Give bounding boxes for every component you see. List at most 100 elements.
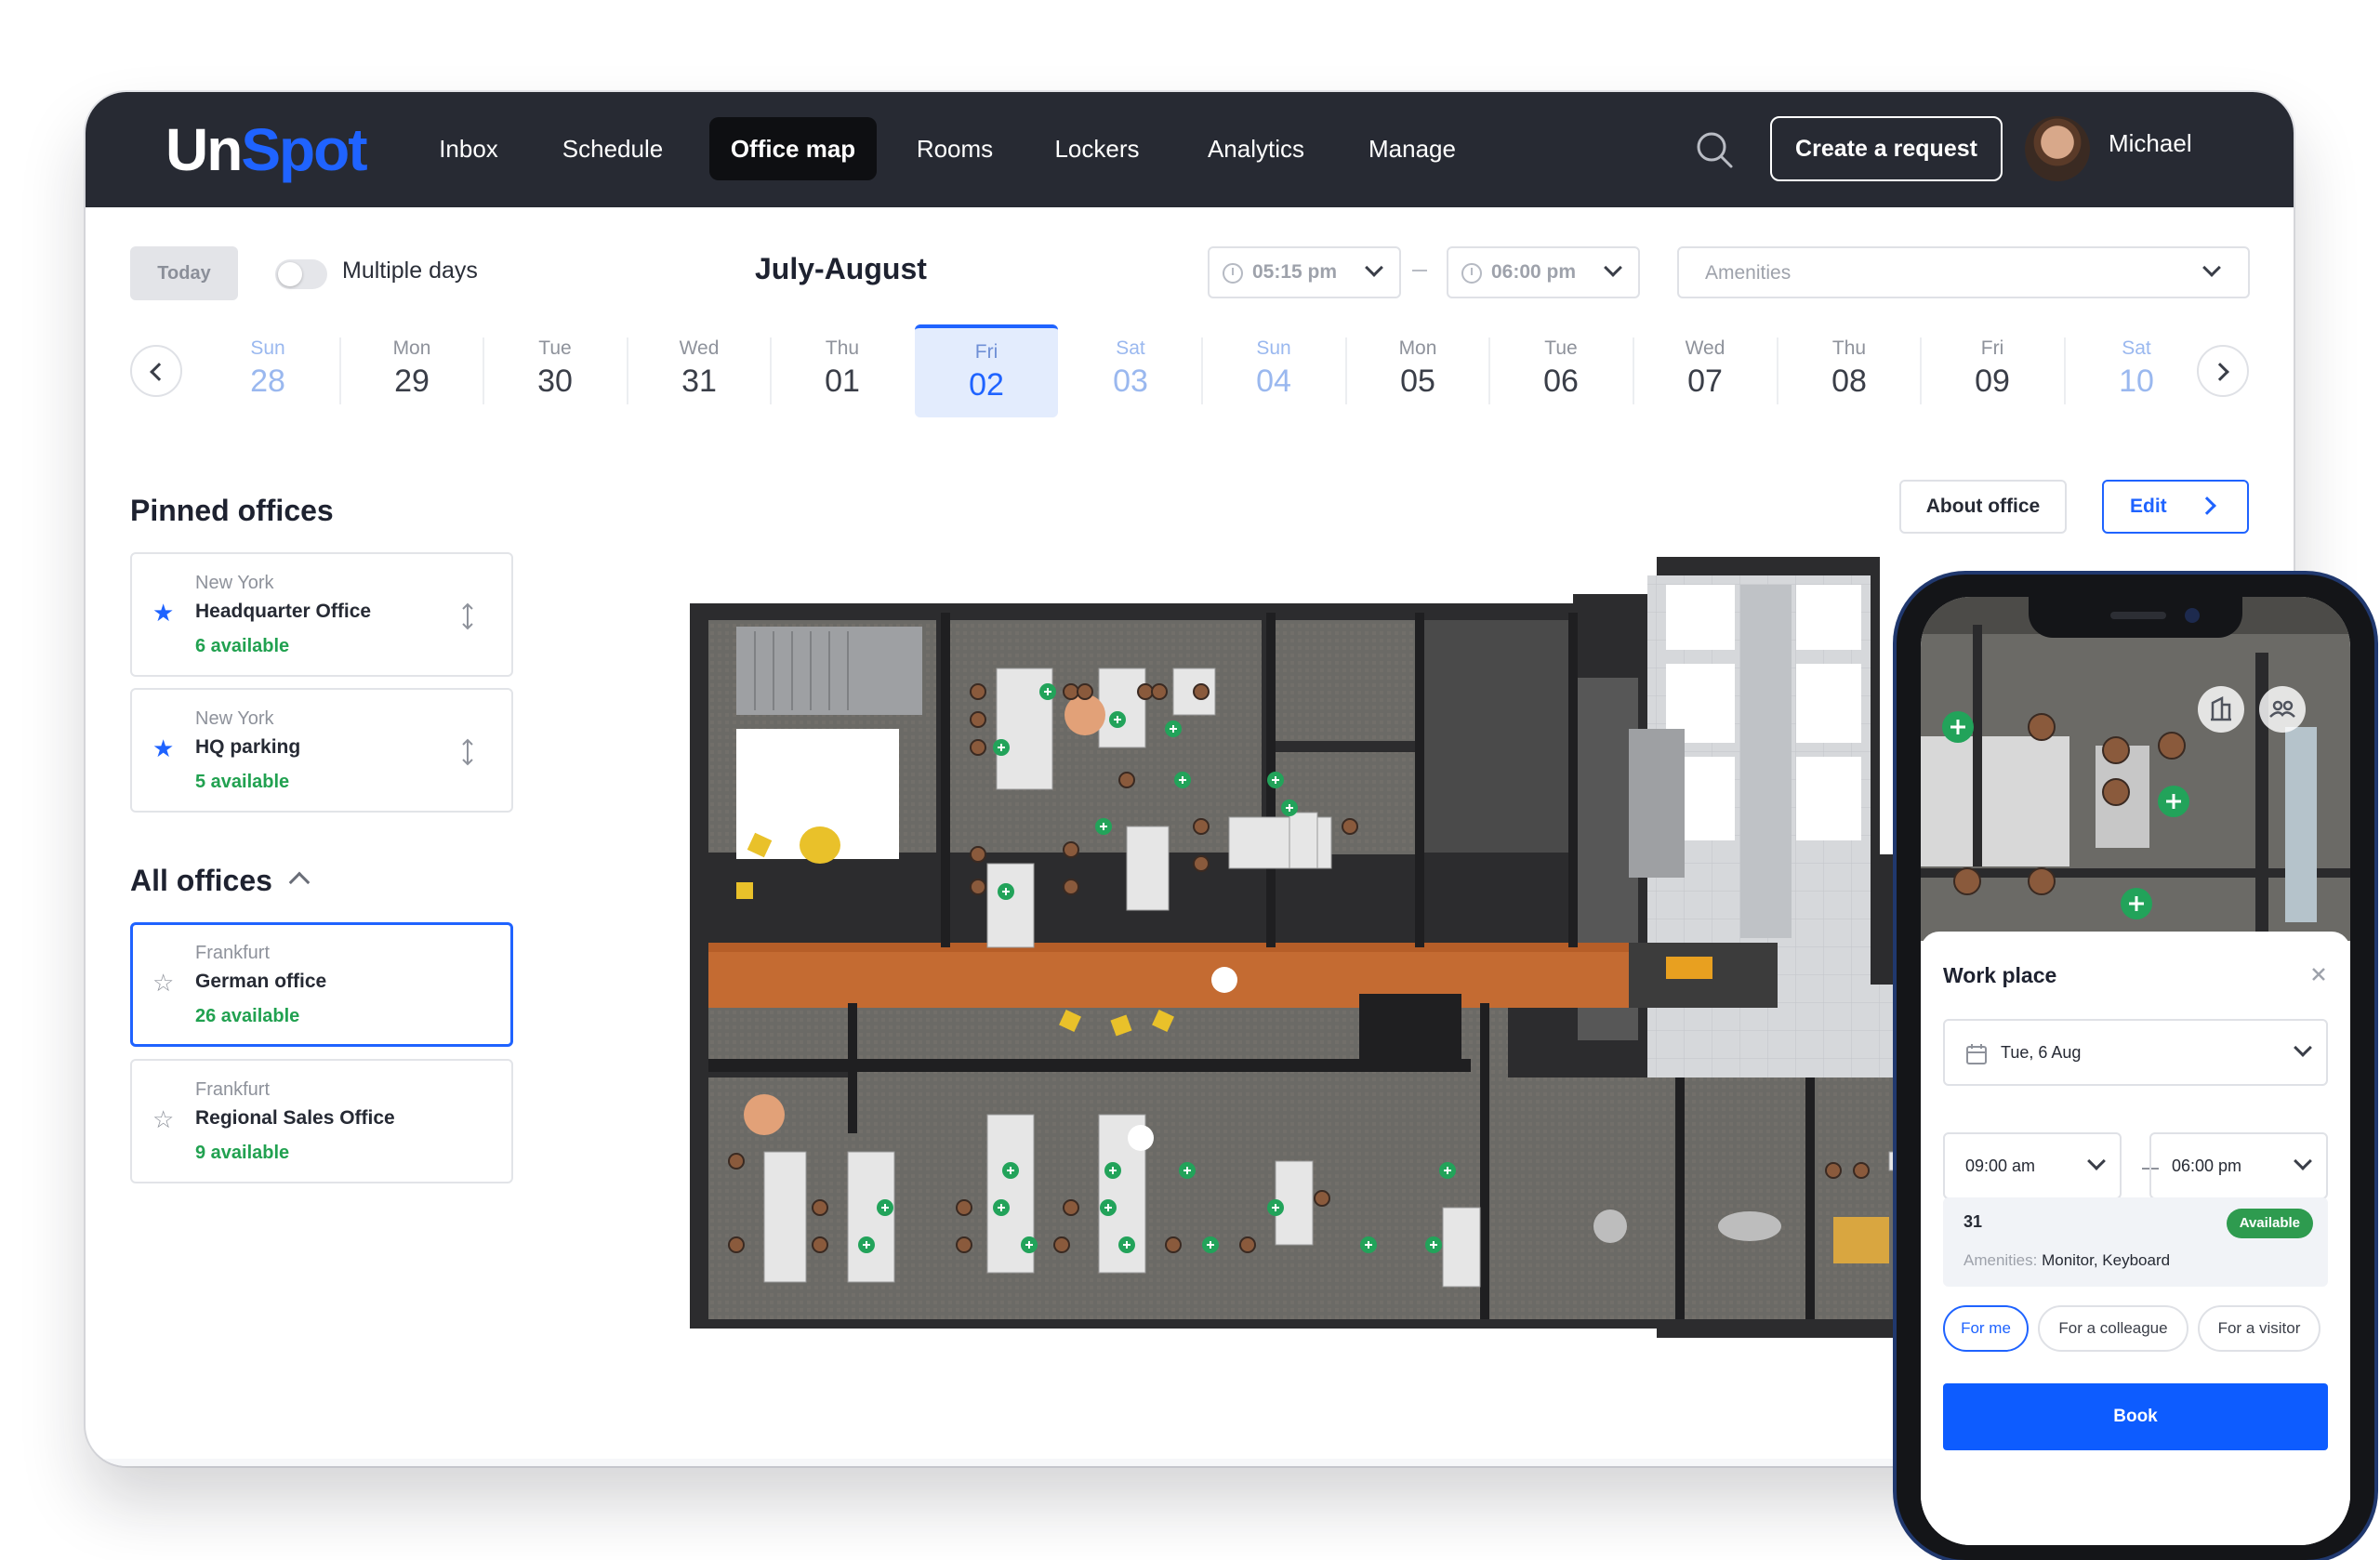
user-avatar[interactable] (2025, 116, 2090, 181)
date-cell[interactable]: Thu 01 (771, 324, 914, 417)
edit-label: Edit (2130, 496, 2167, 517)
date-cell[interactable]: Fri 02 (915, 324, 1058, 417)
day-number: 02 (969, 367, 1004, 403)
time-from-select[interactable]: 05:15 pm (1208, 246, 1401, 298)
date-cell[interactable]: Sun 28 (196, 324, 339, 417)
date-divider (1633, 337, 1634, 404)
chevron-down-icon (1365, 258, 1383, 277)
date-cell[interactable]: Tue 30 (483, 324, 627, 417)
nav-item-office-map[interactable]: Office map (709, 117, 877, 180)
nav-item-rooms[interactable]: Rooms (904, 117, 1006, 180)
date-divider (770, 337, 772, 404)
day-of-week: Fri (974, 341, 998, 363)
date-divider (1488, 337, 1490, 404)
date-cell[interactable]: Sat 10 (2065, 324, 2208, 417)
reorder-handle-icon[interactable] (461, 738, 474, 766)
panel-title: Work place (1943, 963, 2057, 987)
chevron-down-icon (1604, 258, 1622, 277)
day-of-week: Thu (1831, 337, 1867, 359)
start-time-select[interactable]: 09:00 am (1943, 1132, 2122, 1199)
amenities-value: Monitor, Keyboard (2042, 1251, 2171, 1269)
edit-button[interactable]: Edit (2102, 480, 2249, 534)
date-cell[interactable]: Wed 31 (628, 324, 771, 417)
phone-notch (2029, 597, 2242, 638)
create-request-button[interactable]: Create a request (1770, 116, 2003, 181)
date-divider (1345, 337, 1347, 404)
date-cell[interactable]: Thu 08 (1778, 324, 1921, 417)
nav-item-schedule[interactable]: Schedule (543, 117, 682, 180)
day-number: 28 (250, 364, 285, 399)
chevron-down-icon (2294, 1152, 2312, 1170)
amenities-key: Amenities: (1964, 1251, 2038, 1269)
day-number: 06 (1543, 364, 1579, 399)
for-visitor-chip[interactable]: For a visitor (2198, 1305, 2320, 1352)
nav-item-analytics[interactable]: Analytics (1186, 117, 1326, 180)
for-me-chip[interactable]: For me (1943, 1305, 2029, 1352)
day-of-week: Tue (538, 337, 572, 359)
nav-item-manage[interactable]: Manage (1352, 117, 1473, 180)
nav-item-lockers[interactable]: Lockers (1034, 117, 1160, 180)
date-cell[interactable]: Tue 06 (1489, 324, 1633, 417)
date-cell[interactable]: Sat 03 (1059, 324, 1202, 417)
for-colleague-chip[interactable]: For a colleague (2038, 1305, 2188, 1352)
date-divider (1777, 337, 1778, 404)
office-card[interactable]: ★ New York HQ parking 5 available (130, 688, 513, 813)
day-number: 01 (825, 364, 860, 399)
chevron-up-icon[interactable] (288, 871, 311, 893)
status-badge: Available (2226, 1209, 2313, 1238)
about-office-button[interactable]: About office (1899, 480, 2067, 534)
work-place-panel: Work place Tue, 6 Aug 09:00 am 06:00 pm (1921, 932, 2350, 1545)
date-cell[interactable]: Wed 07 (1633, 324, 1777, 417)
chevron-right-icon (2198, 496, 2216, 515)
search-icon[interactable] (1694, 129, 1735, 170)
multiple-days-toggle[interactable] (275, 259, 327, 289)
office-card-selected[interactable]: ☆ Frankfurt German office 26 available (130, 922, 513, 1047)
amenities-select[interactable]: Amenities (1677, 246, 2250, 298)
time-separator (1412, 270, 1427, 271)
seat-info-card[interactable]: 31 Available Amenities: Monitor, Keyboar… (1943, 1197, 2328, 1287)
prev-dates-button[interactable] (130, 345, 182, 397)
speaker (2110, 612, 2166, 619)
time-to-value: 06:00 pm (1491, 261, 1577, 283)
date-cell[interactable]: Sun 04 (1202, 324, 1345, 417)
nav-item-inbox[interactable]: Inbox (422, 117, 515, 180)
office-name: Headquarter Office (195, 601, 372, 622)
date-cell[interactable]: Fri 09 (1921, 324, 2064, 417)
day-number: 05 (1400, 364, 1435, 399)
people-icon[interactable] (2259, 686, 2306, 733)
building-icon[interactable] (2198, 686, 2244, 733)
star-filled-icon[interactable]: ★ (152, 601, 174, 625)
pinned-offices-title: Pinned offices (130, 494, 334, 527)
time-to-select[interactable]: 06:00 pm (1447, 246, 1640, 298)
office-card[interactable]: ☆ Frankfurt Regional Sales Office 9 avai… (130, 1059, 513, 1183)
star-outline-icon[interactable]: ☆ (152, 1107, 174, 1131)
office-city: Frankfurt (195, 943, 271, 963)
end-time-select[interactable]: 06:00 pm (2149, 1132, 2328, 1199)
book-button[interactable]: Book (1943, 1383, 2328, 1450)
star-filled-icon[interactable]: ★ (152, 736, 174, 760)
day-number: 04 (1256, 364, 1291, 399)
unspot-logo[interactable]: UnSpot (165, 112, 368, 187)
today-button[interactable]: Today (130, 246, 238, 300)
day-of-week: Fri (1980, 337, 2004, 359)
date-select[interactable]: Tue, 6 Aug (1943, 1019, 2328, 1086)
close-icon[interactable] (2309, 965, 2328, 984)
user-name[interactable]: Michael (2109, 129, 2192, 158)
day-number: 03 (1113, 364, 1148, 399)
seat-amenities: Amenities: Monitor, Keyboard (1964, 1251, 2170, 1270)
phone-mockup: Work place Tue, 6 Aug 09:00 am 06:00 pm (1897, 575, 2374, 1560)
camera (2185, 608, 2200, 623)
reorder-handle-icon[interactable] (461, 602, 474, 630)
day-number: 08 (1831, 364, 1867, 399)
day-of-week: Sat (1116, 337, 1145, 359)
date-cell[interactable]: Mon 29 (340, 324, 483, 417)
mobile-floor-map[interactable] (1921, 597, 2350, 941)
all-offices-title: All offices (130, 864, 272, 897)
toggle-knob (278, 262, 302, 286)
office-card[interactable]: ★ New York Headquarter Office 6 availabl… (130, 552, 513, 677)
office-availability: 26 available (195, 1006, 300, 1026)
date-cell[interactable]: Mon 05 (1346, 324, 1489, 417)
star-outline-icon[interactable]: ☆ (152, 971, 174, 995)
day-of-week: Mon (1398, 337, 1437, 359)
day-of-week: Sun (250, 337, 285, 359)
